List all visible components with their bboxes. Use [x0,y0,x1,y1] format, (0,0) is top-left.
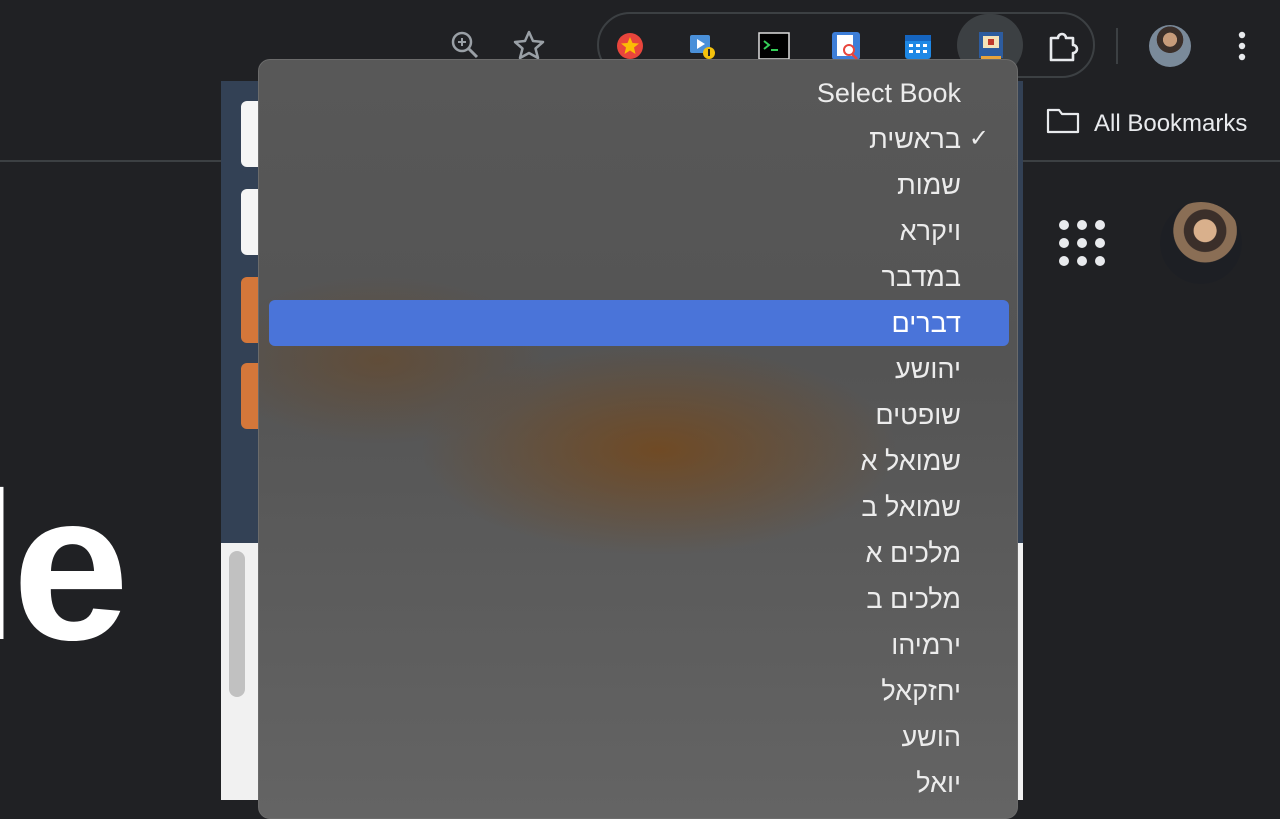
red-star-extension-icon[interactable] [614,30,646,62]
book-select-dropdown: Select Book בראשית ✓ שמות ויקרא במדבר דברים יה… [258,59,1018,819]
dropdown-option[interactable]: יואל [269,760,1009,806]
profile-avatar[interactable] [1149,25,1191,67]
dropdown-option-label: ויקרא [899,216,961,246]
dropdown-option-label: שופטים [875,400,961,430]
dropdown-option-label: יהושע [894,354,961,384]
dropdown-option-label: בראשית [869,124,961,154]
dropdown-option-label: הושע [901,722,961,752]
dropdown-option-label: דברים [891,308,961,338]
dropdown-option[interactable]: דברים [269,300,1009,346]
dropdown-option[interactable]: הושע [269,714,1009,760]
dropdown-option[interactable]: בראשית ✓ [269,116,1009,162]
all-bookmarks-label: All Bookmarks [1094,109,1248,137]
dropdown-option-label: שמואל א [860,446,961,476]
dropdown-option-label: ירמיהו [891,630,961,660]
dropdown-header: Select Book [816,78,961,108]
terminal-extension-icon[interactable] [757,30,791,62]
checkmark-icon: ✓ [968,125,989,152]
dropdown-option-label: יחזקאל [881,676,961,706]
zoom-in-icon[interactable] [448,28,482,62]
dropdown-option[interactable]: מלכים א [269,530,1009,576]
star-outline-icon[interactable] [512,28,546,62]
document-search-extension-icon[interactable] [829,29,863,63]
dropdown-option[interactable]: שמואל א [269,438,1009,484]
dropdown-option[interactable]: שופטים [269,392,1009,438]
dropdown-option[interactable]: יהושע [269,346,1009,392]
dropdown-option[interactable]: שמות [269,162,1009,208]
dropdown-option-label: במדבר [881,262,961,292]
apps-grid-icon[interactable] [1059,220,1105,266]
dropdown-option-label: יואל [916,768,961,798]
folder-icon [1046,106,1080,141]
toolbar-divider [1116,28,1118,64]
extensions-puzzle-icon[interactable] [1044,28,1080,64]
popup-scrollbar[interactable] [229,551,245,697]
dropdown-option-label: שמות [897,170,961,200]
all-bookmarks-button[interactable]: All Bookmarks [1046,106,1247,141]
dropdown-option[interactable]: שמואל ב [269,484,1009,530]
video-download-extension-icon[interactable] [686,30,718,62]
dropdown-option[interactable]: ירמיהו [269,622,1009,668]
calendar-extension-icon[interactable] [901,29,935,63]
dropdown-option[interactable]: מלכים ב [269,576,1009,622]
dropdown-option-label: מלכים א [865,538,961,568]
more-vertical-icon[interactable] [1228,28,1256,64]
dropdown-option[interactable]: ויקרא [269,208,1009,254]
dropdown-option[interactable]: יחזקאל [269,668,1009,714]
account-avatar[interactable] [1160,202,1242,284]
page-logo-fragment: le [0,449,129,684]
book-extension-icon[interactable] [974,29,1008,63]
dropdown-option-label: שמואל ב [861,492,961,522]
dropdown-option[interactable]: במדבר [269,254,1009,300]
dropdown-option-label: מלכים ב [866,584,961,614]
